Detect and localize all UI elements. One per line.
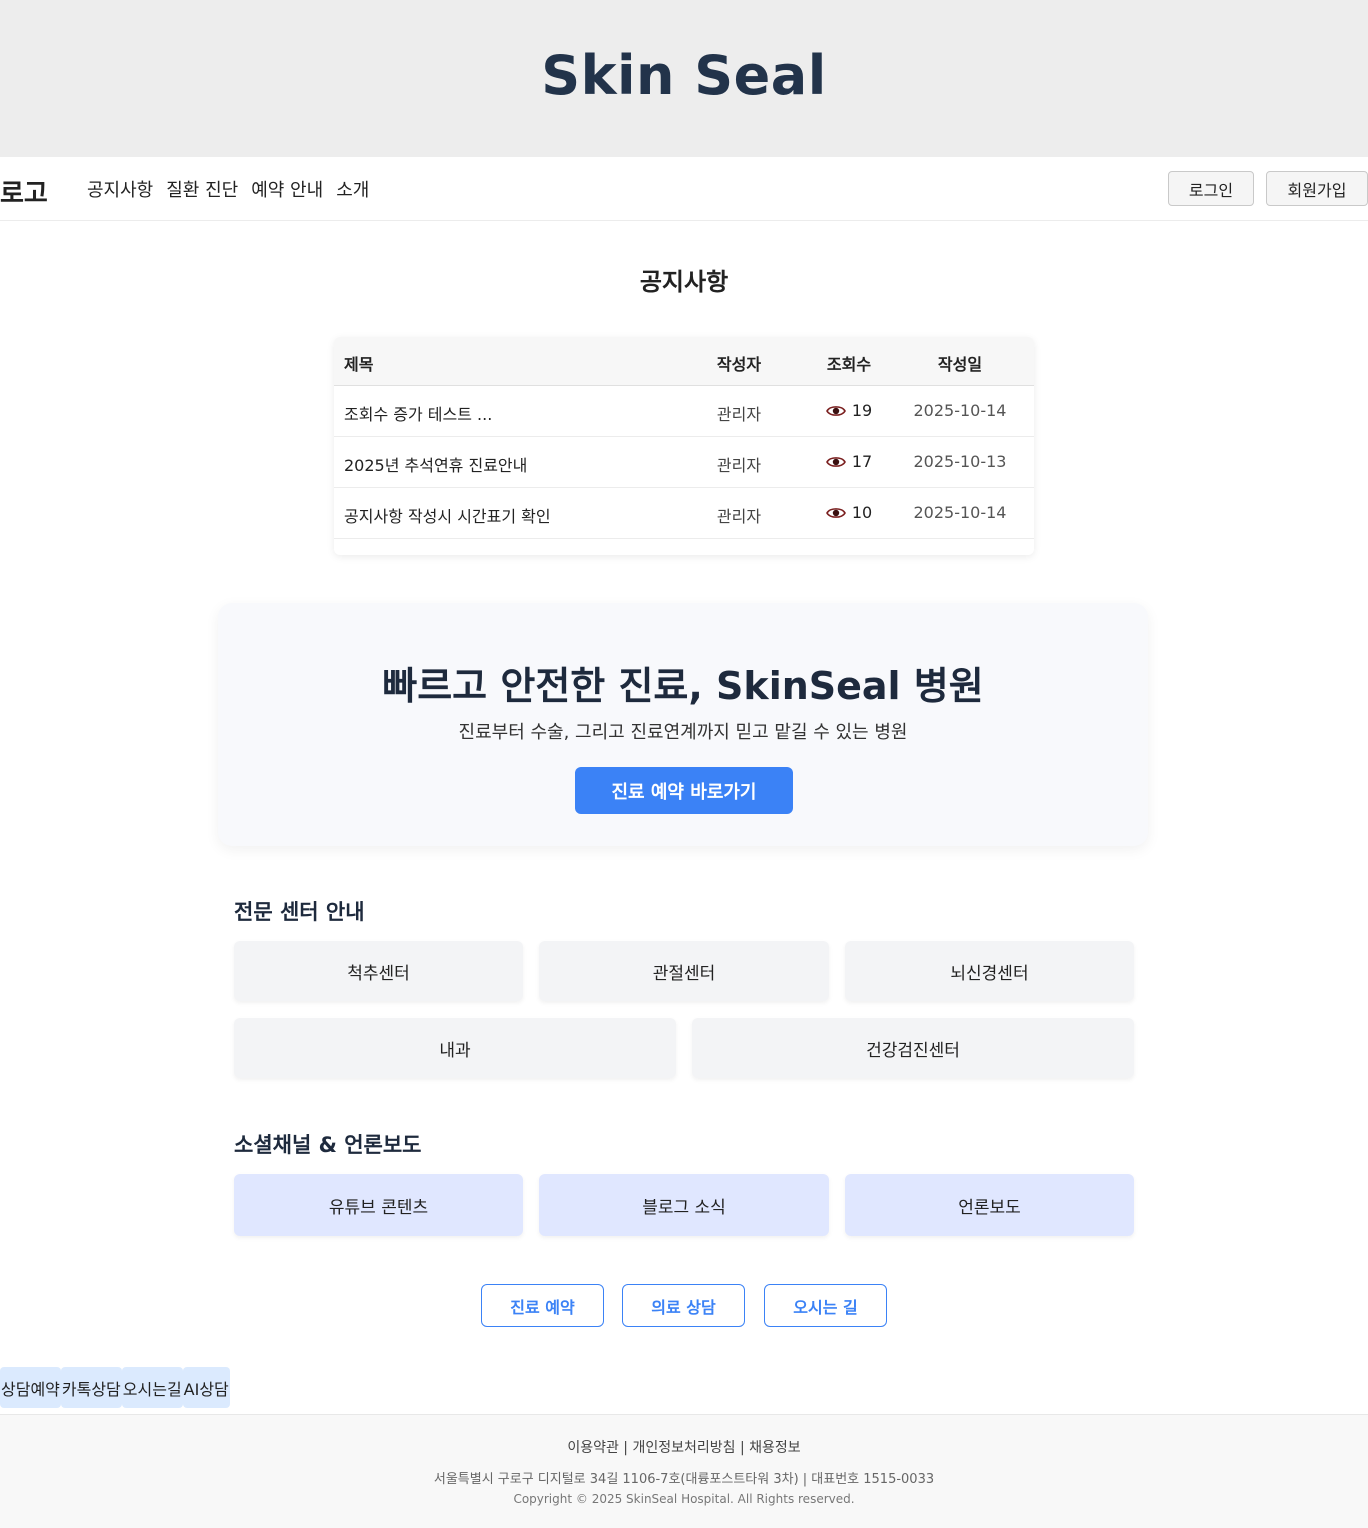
- notice-author-cell: 관리자: [716, 456, 762, 475]
- nav-link-reservation[interactable]: 예약 안내: [251, 176, 323, 202]
- hero-banner: 빠르고 안전한 진료, SkinSeal 병원 진료부터 수술, 그리고 진료연…: [218, 603, 1148, 846]
- footer-copyright: Copyright © 2025 SkinSeal Hospital. All …: [513, 1492, 855, 1506]
- quick-consult-button[interactable]: 의료 상담: [622, 1284, 745, 1327]
- footer-separator: |: [618, 1440, 633, 1456]
- notice-title-cell[interactable]: 공지사항 작성시 시간표기 확인: [344, 503, 551, 527]
- navbar: 로고 공지사항 질환 진단 예약 안내 소개 로그인 회원가입: [0, 157, 1368, 221]
- float-kakao-button[interactable]: 카톡상담: [60, 1367, 122, 1408]
- floating-action-bar: 상담예약 카톡상담 오시는길 AI상담: [0, 1367, 230, 1408]
- hero-title: 빠르고 안전한 진료, SkinSeal 병원: [382, 664, 984, 708]
- float-directions-button[interactable]: 오시는길: [121, 1367, 183, 1408]
- header-title: 제목: [344, 355, 374, 374]
- quick-directions-button[interactable]: 오시는 길: [764, 1284, 887, 1327]
- views-count: 17: [851, 452, 873, 471]
- views-count: 10: [851, 503, 873, 522]
- notice-views-cell: 10: [804, 503, 894, 522]
- top-banner: Skin Seal: [0, 0, 1368, 157]
- header-date: 작성일: [937, 355, 983, 374]
- social-card-press[interactable]: 언론보도: [845, 1174, 1134, 1236]
- header-views: 조회수: [826, 355, 872, 374]
- footer: 이용약관 | 개인정보처리방침 | 채용정보 서울특별시 구로구 디지털로 34…: [0, 1414, 1368, 1528]
- notice-views-cell: 19: [804, 401, 894, 420]
- table-row[interactable]: 공지사항 작성시 시간표기 확인 관리자 10 2025-10-14: [334, 488, 1034, 539]
- table-row[interactable]: 조회수 증가 테스트 ... 관리자 19 2025-10-14: [334, 386, 1034, 437]
- nav-links: 공지사항 질환 진단 예약 안내 소개: [87, 176, 369, 202]
- center-card-checkup[interactable]: 건강검진센터: [692, 1018, 1134, 1078]
- signup-button[interactable]: 회원가입: [1266, 171, 1368, 206]
- social-section-title: 소셜채널 & 언론보도: [234, 1133, 422, 1157]
- notice-author-cell: 관리자: [716, 405, 762, 424]
- notice-author-cell: 관리자: [716, 507, 762, 526]
- book-appointment-button[interactable]: 진료 예약 바로가기: [575, 767, 793, 814]
- center-card-spine[interactable]: 척추센터: [234, 941, 523, 1001]
- nav-link-notice[interactable]: 공지사항: [87, 176, 153, 202]
- social-card-youtube[interactable]: 유튜브 콘텐츠: [234, 1174, 523, 1236]
- footer-link-privacy[interactable]: 개인정보처리방침: [632, 1440, 735, 1456]
- eye-icon: [825, 456, 846, 467]
- notice-date-cell: 2025-10-14: [913, 401, 1007, 420]
- center-card-neuro[interactable]: 뇌신경센터: [845, 941, 1134, 1001]
- logo[interactable]: 로고: [0, 173, 48, 210]
- notice-views-cell: 17: [804, 452, 894, 471]
- notice-date-cell: 2025-10-13: [913, 452, 1007, 471]
- eye-icon: [825, 405, 846, 416]
- site-title: Skin Seal: [541, 44, 827, 107]
- notice-table: 제목 작성자 조회수 작성일 조회수 증가 테스트 ... 관리자 19 202…: [334, 337, 1034, 555]
- hero-subtitle: 진료부터 수술, 그리고 진료연계까지 믿고 맡길 수 있는 병원: [458, 722, 908, 743]
- notice-table-header: 제목 작성자 조회수 작성일: [334, 337, 1034, 386]
- notice-date-cell: 2025-10-14: [913, 503, 1007, 522]
- footer-link-terms[interactable]: 이용약관: [567, 1440, 619, 1456]
- center-card-joint[interactable]: 관절센터: [539, 941, 829, 1001]
- footer-separator: |: [735, 1440, 750, 1456]
- float-ai-button[interactable]: AI상담: [182, 1367, 230, 1408]
- footer-address: 서울특별시 구로구 디지털로 34길 1106-7호(대륭포스트타워 3차) |…: [433, 1472, 935, 1487]
- centers-section-title: 전문 센터 안내: [234, 900, 365, 924]
- header-author: 작성자: [716, 355, 762, 374]
- center-card-internal[interactable]: 내과: [234, 1018, 676, 1078]
- quick-reservation-button[interactable]: 진료 예약: [481, 1284, 604, 1327]
- social-card-blog[interactable]: 블로그 소식: [539, 1174, 829, 1236]
- eye-icon: [825, 507, 846, 518]
- nav-link-diagnosis[interactable]: 질환 진단: [166, 176, 238, 202]
- notice-section-title: 공지사항: [639, 268, 729, 296]
- footer-links: 이용약관 | 개인정보처리방침 | 채용정보: [0, 1437, 1368, 1457]
- table-row[interactable]: 2025년 추석연휴 진료안내 관리자 17 2025-10-13: [334, 437, 1034, 488]
- nav-link-about[interactable]: 소개: [336, 176, 369, 202]
- views-count: 19: [851, 401, 873, 420]
- footer-link-careers[interactable]: 채용정보: [749, 1440, 801, 1456]
- notice-title-cell[interactable]: 조회수 증가 테스트 ...: [344, 401, 492, 425]
- login-button[interactable]: 로그인: [1168, 171, 1254, 206]
- notice-title-cell[interactable]: 2025년 추석연휴 진료안내: [344, 452, 527, 476]
- float-consult-button[interactable]: 상담예약: [0, 1367, 61, 1408]
